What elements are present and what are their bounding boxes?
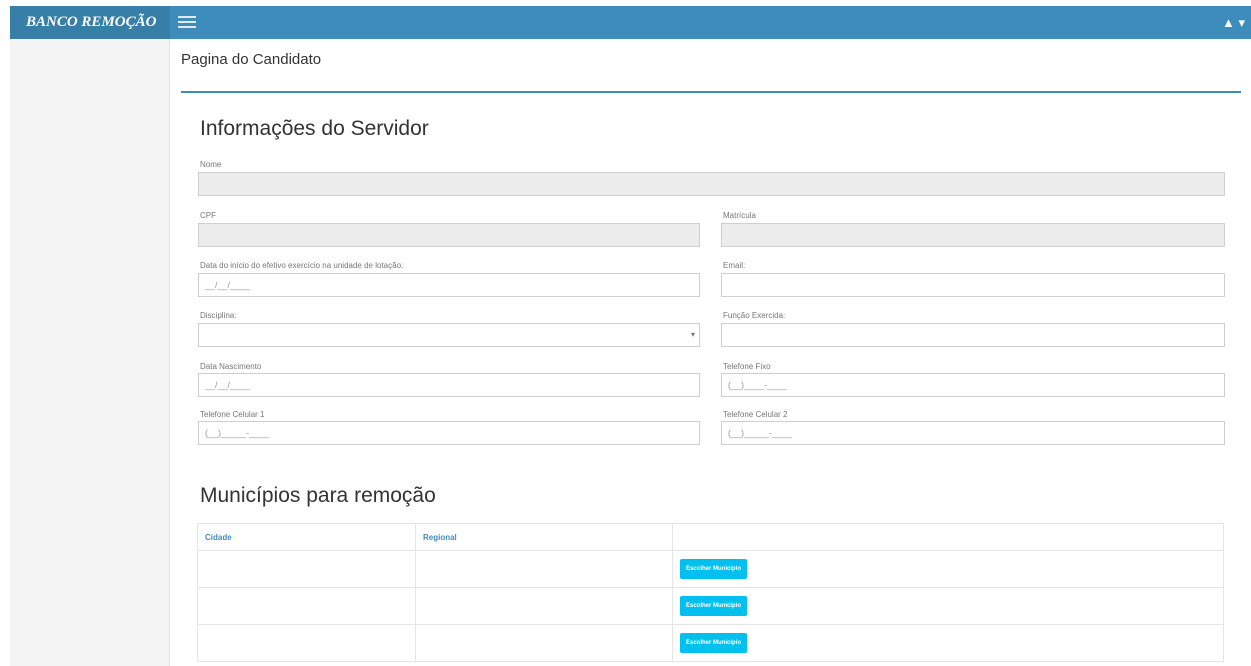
email-field[interactable] [721,273,1225,297]
data-inicio-field[interactable]: __/__/____ [198,273,700,297]
column-header-cidade: Cidade [197,523,416,551]
matricula-field[interactable] [721,223,1225,247]
user-menu-icon[interactable]: ▲ ▾ [1222,6,1245,39]
nome-label: Nome [200,160,222,169]
table-header-row: Cidade Regional [197,523,1224,551]
cell-regional [415,624,673,662]
top-navbar: BANCO REMOÇÃO ▲ ▾ [10,6,1251,39]
cpf-field[interactable] [198,223,700,247]
choose-municipio-button[interactable]: Escolher Município [680,596,748,616]
email-label: Email: [723,261,746,270]
cell-regional [415,587,673,625]
celular2-field[interactable]: (__)_____-____ [721,421,1225,445]
celular1-field[interactable]: (__)_____-____ [198,421,700,445]
main-content: Pagina do Candidato Informações do Servi… [170,39,1251,666]
cell-regional [415,550,673,588]
celular1-label: Telefone Celular 1 [200,410,265,419]
table-row: Escolher Município [197,587,1224,625]
section-title-servidor: Informações do Servidor [200,117,429,140]
brand-logo[interactable]: BANCO REMOÇÃO [10,6,170,39]
hamburger-menu-icon[interactable] [178,14,196,30]
telefone-fixo-field[interactable]: (__)____-____ [721,373,1225,397]
chevron-down-icon: ▾ [690,330,695,339]
table-row: Escolher Município [197,624,1224,662]
cell-actions: Escolher Município [672,587,1224,625]
funcao-field[interactable] [721,323,1225,347]
cell-actions: Escolher Município [672,550,1224,588]
data-nascimento-field[interactable]: __/__/____ [198,373,700,397]
data-nascimento-label: Data Nascimento [200,362,262,371]
column-header-actions [672,523,1224,551]
choose-municipio-button[interactable]: Escolher Município [680,559,748,579]
matricula-label: Matrícula [723,211,756,220]
cell-cidade [197,587,416,625]
choose-municipio-button[interactable]: Escolher Município [680,633,748,653]
table-row: Escolher Município [197,550,1224,588]
celular2-label: Telefone Celular 2 [723,410,788,419]
disciplina-select[interactable]: ▾ [198,323,700,347]
nome-field[interactable] [198,172,1225,196]
cell-cidade [197,550,416,588]
section-title-municipios: Municípios para remoção [200,484,436,507]
funcao-label: Função Exercida: [723,311,786,320]
municipios-table: Cidade Regional Escolher Município Escol… [197,523,1224,662]
data-inicio-label: Data do início do efetivo exercício na u… [200,261,404,270]
cell-cidade [197,624,416,662]
sidebar [10,39,170,666]
column-header-regional: Regional [415,523,673,551]
disciplina-label: Disciplina: [200,311,237,320]
cpf-label: CPF [200,211,216,220]
page-title: Pagina do Candidato [181,51,322,68]
cell-actions: Escolher Município [672,624,1224,662]
telefone-fixo-label: Telefone Fixo [723,362,771,371]
